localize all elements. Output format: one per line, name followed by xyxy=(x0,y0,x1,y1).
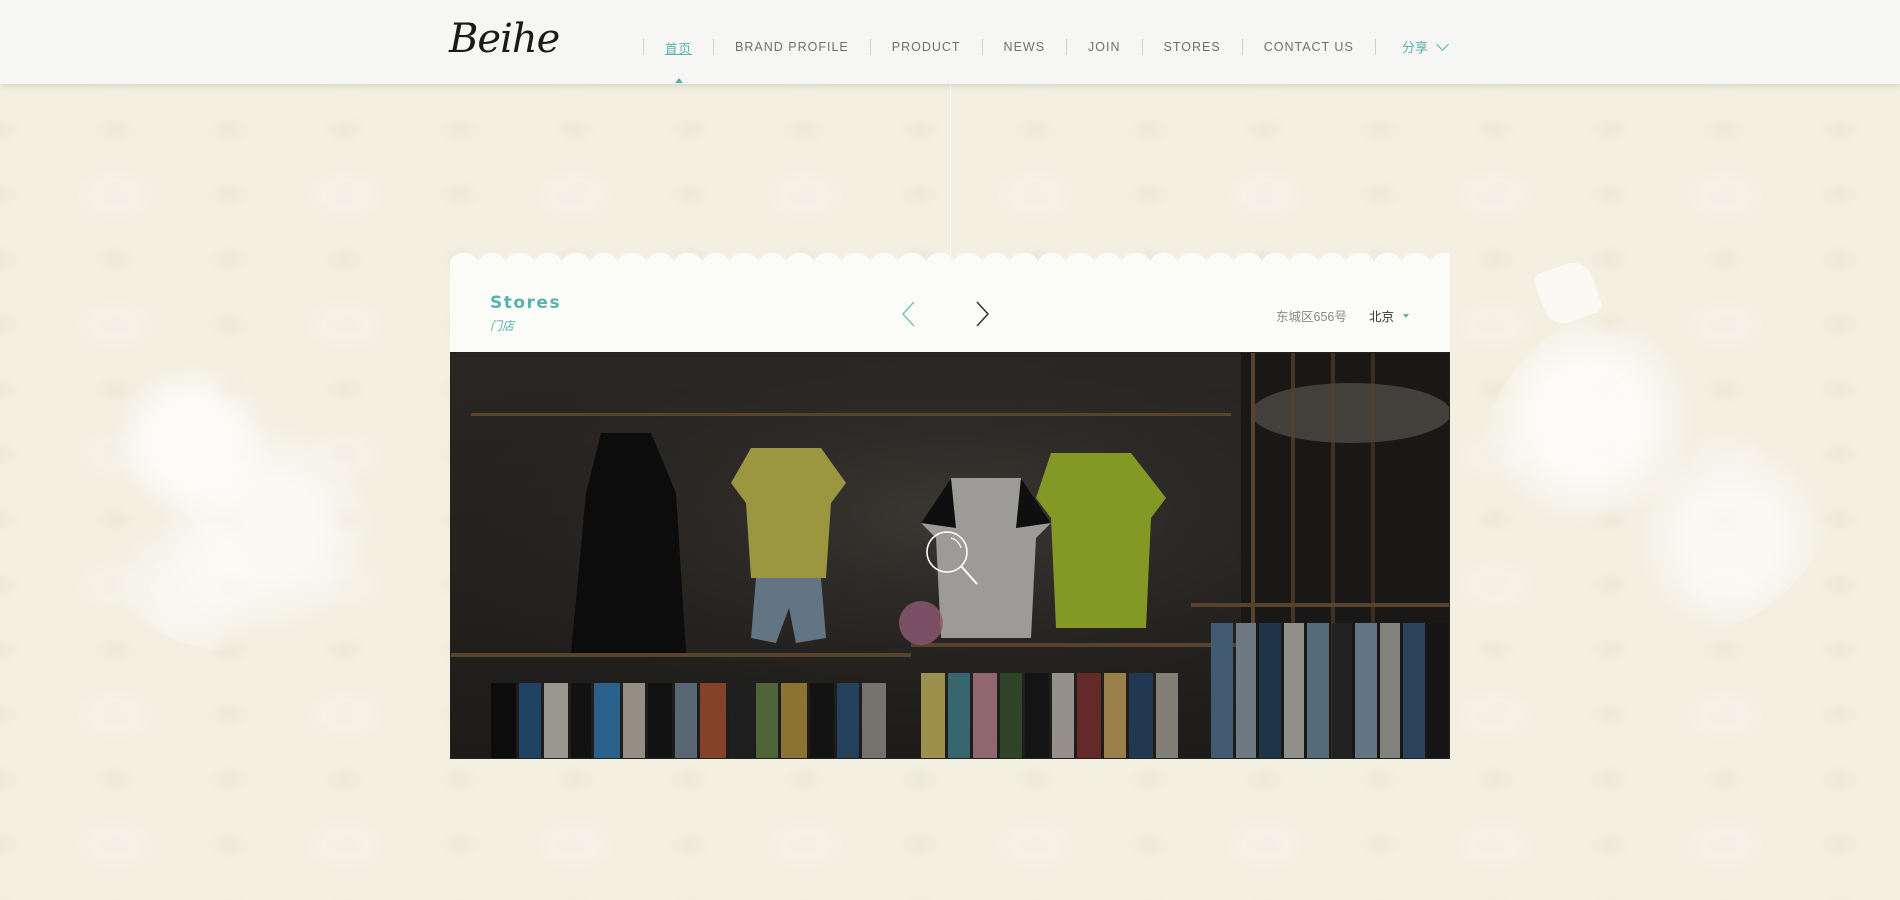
nav-item-contact-us[interactable]: CONTACT US xyxy=(1243,40,1375,54)
nav-item-join[interactable]: JOIN xyxy=(1067,40,1141,54)
share-button[interactable]: 分享 xyxy=(1402,37,1449,56)
nav-item-home[interactable]: 首页 xyxy=(644,38,713,57)
nav-item-product[interactable]: PRODUCT xyxy=(871,40,982,54)
chevron-right-icon xyxy=(976,301,990,327)
active-nav-indicator xyxy=(675,78,683,83)
section-title: Stores xyxy=(490,293,562,313)
caret-down-icon xyxy=(1403,313,1410,318)
nav-item-stores[interactable]: STORES xyxy=(1143,40,1242,54)
site-header: Beihe 首页 BRAND PROFILE PRODUCT NEWS JOIN… xyxy=(0,0,1900,84)
lace-border xyxy=(450,242,1450,276)
divider-line xyxy=(950,84,951,264)
stores-panel-header: Stores 门店 东城区656号 北京 xyxy=(450,276,1450,352)
prev-store-button[interactable] xyxy=(896,300,924,328)
city-select[interactable]: 北京 xyxy=(1369,306,1410,325)
nav-item-news[interactable]: NEWS xyxy=(983,40,1067,54)
chevron-left-icon xyxy=(901,301,915,327)
next-store-button[interactable] xyxy=(968,300,996,328)
store-address: 东城区656号 xyxy=(1276,310,1347,324)
store-photo[interactable] xyxy=(450,352,1450,759)
share-label: 分享 xyxy=(1402,40,1429,55)
magnifier-icon[interactable] xyxy=(921,528,985,592)
lace-decoration-right xyxy=(1480,300,1840,640)
chevron-down-icon xyxy=(1436,37,1449,51)
section-subtitle: 门店 xyxy=(490,319,515,333)
brand-logo[interactable]: Beihe xyxy=(449,16,560,62)
nav-item-brand-profile[interactable]: BRAND PROFILE xyxy=(714,40,870,54)
nav-divider xyxy=(1374,39,1376,55)
city-value: 北京 xyxy=(1369,310,1395,324)
main-nav: 首页 BRAND PROFILE PRODUCT NEWS JOIN STORE… xyxy=(643,37,1376,57)
